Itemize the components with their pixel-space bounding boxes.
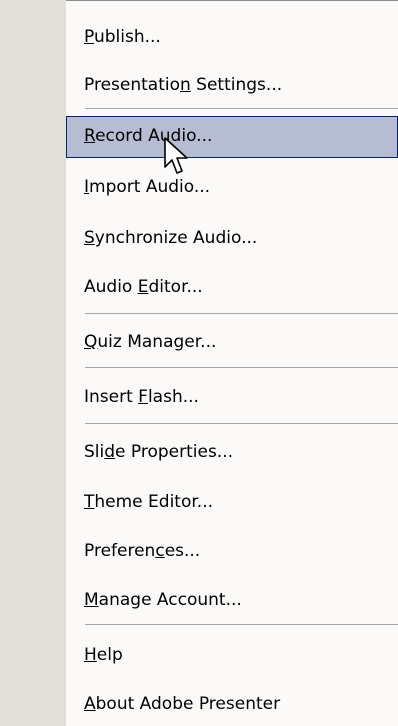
menu-icon-gutter [0, 0, 66, 726]
menu-separator [85, 423, 398, 424]
menu-item-help[interactable]: Help [66, 635, 398, 675]
menu-item-label: Preferences... [84, 541, 201, 561]
menu-item-label: Theme Editor... [84, 492, 214, 512]
menu-item-record-audio[interactable]: Record Audio... [66, 116, 398, 158]
menu-item-presentation-settings[interactable]: Presentation Settings... [66, 65, 398, 105]
menu-item-label: Record Audio... [84, 126, 213, 146]
menu-item-publish[interactable]: Publish... [66, 17, 398, 57]
menu-item-label: Quiz Manager... [84, 332, 217, 352]
menu-item-manage-account[interactable]: Manage Account... [66, 580, 398, 620]
menu-item-theme-editor[interactable]: Theme Editor... [66, 482, 398, 522]
menu-item-label: Manage Account... [84, 590, 242, 610]
menu-item-quiz-manager[interactable]: Quiz Manager... [66, 322, 398, 362]
menu-item-import-audio[interactable]: Import Audio... [66, 167, 398, 207]
menu-separator [85, 367, 398, 368]
menu-item-audio-editor[interactable]: Audio Editor... [66, 267, 398, 307]
menu-item-label: Insert Flash... [84, 387, 199, 407]
menu-item-label: Audio Editor... [84, 277, 203, 297]
menu-item-label: Slide Properties... [84, 442, 234, 462]
menu-item-synchronize-audio[interactable]: Synchronize Audio... [66, 218, 398, 258]
menu-item-label: Presentation Settings... [84, 75, 283, 95]
menu-item-preferences[interactable]: Preferences... [66, 531, 398, 571]
menu-item-label: Publish... [84, 27, 161, 47]
menu-separator [85, 313, 398, 314]
menu-item-slide-properties[interactable]: Slide Properties... [66, 432, 398, 472]
menu-item-about-adobe-presenter[interactable]: About Adobe Presenter [66, 684, 398, 724]
menu-separator [85, 624, 398, 625]
mouse-pointer-icon [164, 137, 188, 174]
menu-separator [85, 108, 398, 109]
menu-item-label: Help [84, 645, 123, 665]
menu-item-label: Import Audio... [84, 177, 211, 197]
menu-item-label: Synchronize Audio... [84, 228, 258, 248]
menu-item-insert-flash[interactable]: Insert Flash... [66, 377, 398, 417]
menu-top-border [66, 0, 398, 1]
menu-item-label: About Adobe Presenter [84, 694, 281, 714]
context-menu: Publish... Presentation Settings... Reco… [0, 0, 398, 726]
